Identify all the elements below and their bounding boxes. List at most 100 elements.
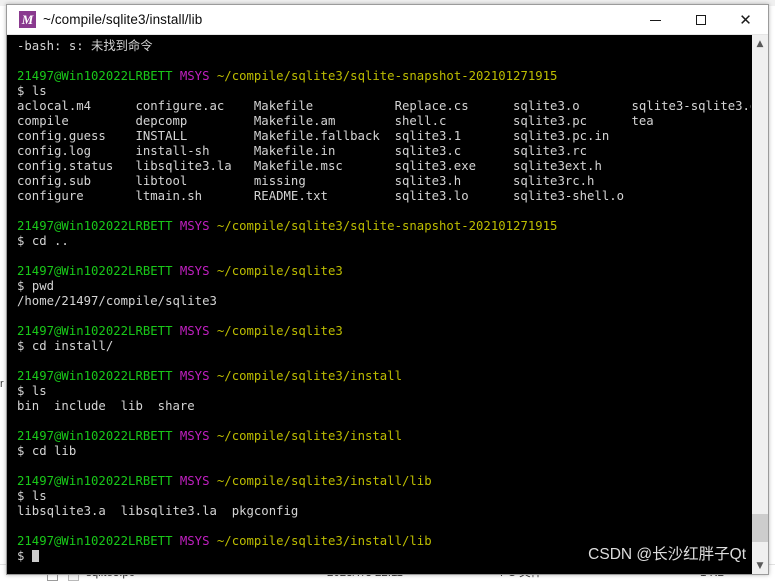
terminal-line: $ cd lib [17, 444, 751, 459]
prompt-path: ~/compile/sqlite3 [216, 264, 343, 278]
terminal-command: ls [31, 84, 47, 98]
prompt-symbol: $ [17, 489, 32, 503]
terminal-output: configure ltmain.sh README.txt sqlite3.l… [17, 189, 625, 203]
window-title: ~/compile/sqlite3/install/lib [43, 12, 203, 27]
terminal-line: $ ls [17, 489, 751, 504]
terminal-line: aclocal.m4 configure.ac Makefile Replace… [17, 99, 751, 114]
terminal-output: aclocal.m4 configure.ac Makefile Replace… [17, 99, 751, 113]
terminal-body: -bash: s: 未找到命令 21497@Win102022LRBETT MS… [7, 35, 768, 574]
prompt-user-host: 21497@Win102022LRBETT [17, 534, 180, 548]
prompt-user-host: 21497@Win102022LRBETT [17, 264, 180, 278]
prompt-user-host: 21497@Win102022LRBETT [17, 324, 180, 338]
prompt-user-host: 21497@Win102022LRBETT [17, 474, 180, 488]
prompt-user-host: 21497@Win102022LRBETT [17, 429, 180, 443]
prompt-symbol: $ [17, 549, 32, 563]
prompt-user-host: 21497@Win102022LRBETT [17, 69, 180, 83]
prompt-symbol: $ [17, 384, 32, 398]
terminal-line: $ [17, 549, 751, 564]
terminal-line: bin include lib share [17, 399, 751, 414]
terminal-line: $ cd install/ [17, 339, 751, 354]
terminal-line: libsqlite3.a libsqlite3.la pkgconfig [17, 504, 751, 519]
prompt-symbol: $ [17, 444, 32, 458]
terminal-line: 21497@Win102022LRBETT MSYS ~/compile/sql… [17, 474, 751, 489]
scroll-up-arrow-icon[interactable]: ▲ [752, 35, 768, 52]
prompt-symbol: $ [17, 84, 32, 98]
terminal-line: 21497@Win102022LRBETT MSYS ~/compile/sql… [17, 69, 751, 84]
terminal-line: $ ls [17, 84, 751, 99]
terminal-command: ls [31, 489, 47, 503]
terminal-line: configure ltmain.sh README.txt sqlite3.l… [17, 189, 751, 204]
terminal-line: -bash: s: 未找到命令 [17, 39, 751, 54]
prompt-path: ~/compile/sqlite3/install/lib [216, 474, 432, 488]
prompt-shell-tag: MSYS [179, 474, 217, 488]
terminal-command: cd .. [31, 234, 69, 248]
prompt-shell-tag: MSYS [179, 534, 217, 548]
minimize-icon [650, 19, 661, 21]
terminal-screen[interactable]: -bash: s: 未找到命令 21497@Win102022LRBETT MS… [7, 35, 751, 574]
terminal-line: 21497@Win102022LRBETT MSYS ~/compile/sql… [17, 264, 751, 279]
terminal-line: /home/21497/compile/sqlite3 [17, 294, 751, 309]
window-titlebar[interactable]: M ~/compile/sqlite3/install/lib ✕ [7, 5, 768, 35]
prompt-user-host: 21497@Win102022LRBETT [17, 219, 180, 233]
terminal-output: /home/21497/compile/sqlite3 [17, 294, 217, 308]
terminal-output: config.guess INSTALL Makefile.fallback s… [17, 129, 610, 143]
terminal-line: config.status libsqlite3.la Makefile.msc… [17, 159, 751, 174]
terminal-scrollbar[interactable]: ▲ ▼ [751, 35, 768, 574]
terminal-output: config.status libsqlite3.la Makefile.msc… [17, 159, 602, 173]
terminal-line: 21497@Win102022LRBETT MSYS ~/compile/sql… [17, 324, 751, 339]
prompt-symbol: $ [17, 279, 32, 293]
scroll-down-arrow-icon[interactable]: ▼ [752, 557, 768, 574]
terminal-output: config.log install-sh Makefile.in sqlite… [17, 144, 588, 158]
window-controls: ✕ [633, 5, 768, 35]
terminal-line: config.guess INSTALL Makefile.fallback s… [17, 129, 751, 144]
terminal-output: compile depcomp Makefile.am shell.c sqli… [17, 114, 654, 128]
terminal-line: compile depcomp Makefile.am shell.c sqli… [17, 114, 751, 129]
maximize-button[interactable] [678, 5, 723, 35]
terminal-output: -bash: s: 未找到命令 [17, 39, 153, 53]
minimize-button[interactable] [633, 5, 678, 35]
terminal-output: bin include lib share [17, 399, 195, 413]
scrollbar-thumb[interactable] [752, 514, 768, 542]
prompt-path: ~/compile/sqlite3/install [216, 429, 402, 443]
terminal-cursor [31, 550, 39, 562]
prompt-shell-tag: MSYS [179, 219, 217, 233]
terminal-output: libsqlite3.a libsqlite3.la pkgconfig [17, 504, 299, 518]
prompt-path: ~/compile/sqlite3/install [216, 369, 402, 383]
prompt-path: ~/compile/sqlite3/install/lib [216, 534, 432, 548]
terminal-line: $ ls [17, 384, 751, 399]
terminal-line: $ cd .. [17, 234, 751, 249]
prompt-shell-tag: MSYS [179, 69, 217, 83]
prompt-symbol: $ [17, 234, 32, 248]
mintty-app-icon: M [19, 11, 36, 28]
close-button[interactable]: ✕ [723, 5, 768, 35]
prompt-symbol: $ [17, 339, 32, 353]
close-icon: ✕ [739, 10, 752, 29]
terminal-line: 21497@Win102022LRBETT MSYS ~/compile/sql… [17, 369, 751, 384]
terminal-command: cd install/ [31, 339, 114, 353]
prompt-shell-tag: MSYS [179, 369, 217, 383]
terminal-command: pwd [31, 279, 55, 293]
terminal-command: cd lib [31, 444, 77, 458]
terminal-window: M ~/compile/sqlite3/install/lib ✕ -bash:… [6, 4, 769, 575]
terminal-line: 21497@Win102022LRBETT MSYS ~/compile/sql… [17, 534, 751, 549]
terminal-line: config.log install-sh Makefile.in sqlite… [17, 144, 751, 159]
prompt-shell-tag: MSYS [179, 264, 217, 278]
terminal-line: 21497@Win102022LRBETT MSYS ~/compile/sql… [17, 429, 751, 444]
maximize-icon [695, 15, 706, 25]
prompt-shell-tag: MSYS [179, 429, 217, 443]
scrollbar-track[interactable] [752, 52, 768, 557]
terminal-line: config.sub libtool missing sqlite3.h sql… [17, 174, 751, 189]
prompt-path: ~/compile/sqlite3 [216, 324, 343, 338]
terminal-command: ls [31, 384, 47, 398]
prompt-path: ~/compile/sqlite3/sqlite-snapshot-202101… [216, 219, 558, 233]
terminal-output: config.sub libtool missing sqlite3.h sql… [17, 174, 595, 188]
prompt-path: ~/compile/sqlite3/sqlite-snapshot-202101… [216, 69, 558, 83]
